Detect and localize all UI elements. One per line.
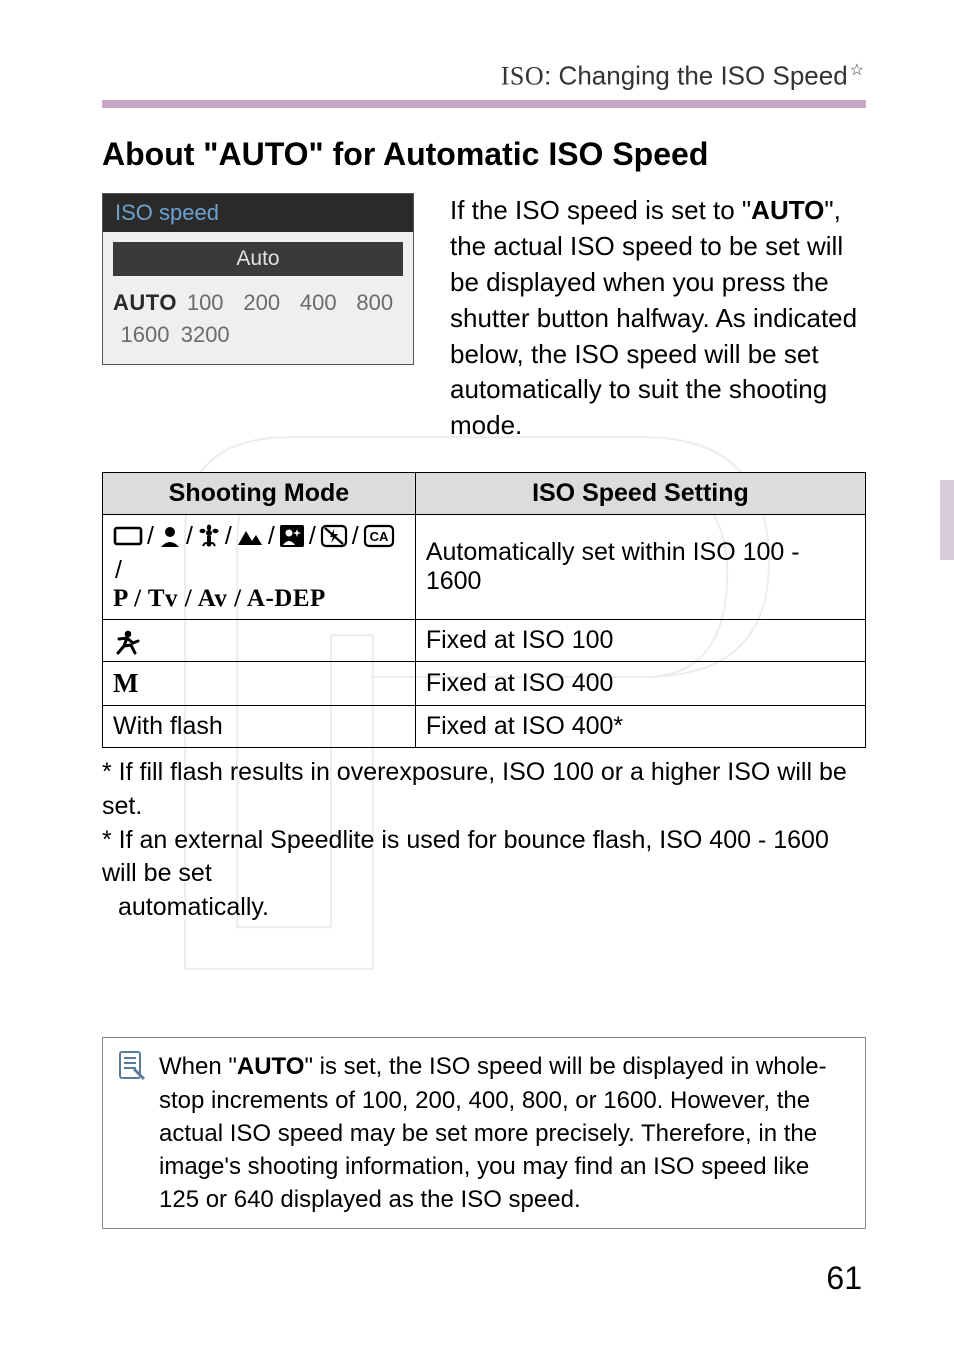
setting-0: Automatically set within ISO 100 - 1600 [415,515,865,620]
lcd-option-100: 100 [177,290,234,316]
lcd-title: ISO speed [103,194,413,232]
with-flash-label: With flash [103,706,416,748]
section-edge-tab [940,480,954,560]
landscape-icon [236,525,264,547]
flash-off-icon [320,524,348,548]
table-row: / / / / / [103,515,866,620]
footnote-1: * If fill flash results in overexposure,… [102,756,866,824]
lcd-option-auto: AUTO [113,290,177,316]
section-heading: About "AUTO" for Automatic ISO Speed [102,136,866,173]
mode-icons-row1: / / / / / [113,521,405,585]
mode-text-ptv: P / Tv / Av / A-DEP [113,585,405,613]
svg-text:CA: CA [369,529,388,544]
para-bold: AUTO [751,195,824,225]
table-row: With flash Fixed at ISO 400* [103,706,866,748]
note-pre: When " [159,1053,237,1080]
para-pre: If the ISO speed is set to " [450,195,751,225]
macro-icon [197,524,221,548]
sports-icon [113,629,141,655]
manual-mode-m: M [113,668,138,698]
portrait-icon [158,525,182,547]
lcd-option-800: 800 [346,290,403,316]
page-header: ISO: Changing the ISO Speed☆ [501,60,864,92]
table-row: M Fixed at ISO 400 [103,662,866,706]
lcd-options-grid: AUTO 100 200 400 800 1600 3200 [103,282,413,364]
iso-table: Shooting Mode ISO Speed Setting / / [102,472,866,748]
lcd-option-400: 400 [290,290,347,316]
setting-3: Fixed at ISO 400* [415,706,865,748]
table-row: Fixed at ISO 100 [103,620,866,662]
header-rule [102,100,866,108]
para-post: ", the actual ISO speed to be set will b… [450,195,857,440]
creative-auto-icon: CA [363,524,395,548]
th-setting: ISO Speed Setting [415,473,865,515]
header-title-text: : Changing the ISO Speed [544,61,848,91]
header-iso-prefix: ISO [501,62,544,91]
footnote-2b: automatically. [102,891,866,925]
note-icon [115,1050,147,1082]
lcd-current-value: Auto [113,242,403,276]
lcd-option-3200: 3200 [177,322,234,348]
page-number: 61 [826,1260,862,1297]
footnotes: * If fill flash results in overexposure,… [102,756,866,925]
note-bold: AUTO [237,1053,305,1080]
night-portrait-icon [279,524,305,548]
lcd-option-200: 200 [233,290,290,316]
star-icon: ☆ [850,62,864,79]
lcd-option-1600: 1600 [113,322,177,348]
th-mode: Shooting Mode [103,473,416,515]
full-auto-icon [113,525,143,547]
intro-paragraph: If the ISO speed is set to "AUTO", the a… [450,193,866,444]
iso-lcd-panel: ISO speed Auto AUTO 100 200 400 800 1600… [102,193,414,365]
setting-1: Fixed at ISO 100 [415,620,865,662]
setting-2: Fixed at ISO 400 [415,662,865,706]
note-box: When "AUTO" is set, the ISO speed will b… [102,1037,866,1229]
footnote-2a: * If an external Speedlite is used for b… [102,824,866,892]
